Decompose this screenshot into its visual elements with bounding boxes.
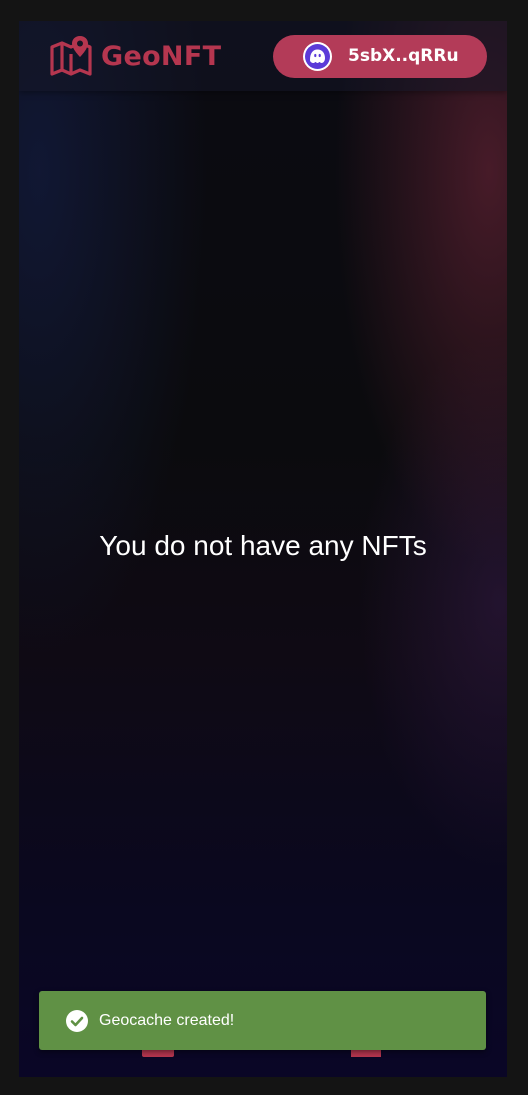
map-pin-icon xyxy=(50,36,92,76)
empty-state-message: You do not have any NFTs xyxy=(99,530,427,561)
app-frame: GeoNFT 5sbX..qRRu You do not have any NF… xyxy=(19,21,507,1077)
wallet-address: 5sbX..qRRu xyxy=(348,46,459,66)
toast-message: Geocache created! xyxy=(99,1012,235,1029)
check-circle-icon xyxy=(66,1010,88,1032)
wallet-button[interactable]: 5sbX..qRRu xyxy=(273,35,487,78)
brand-name: GeoNFT xyxy=(101,40,222,72)
app-header: GeoNFT 5sbX..qRRu xyxy=(19,21,507,91)
phantom-ghost-icon xyxy=(303,42,332,71)
brand-logo[interactable]: GeoNFT xyxy=(49,33,221,79)
success-toast[interactable]: Geocache created! xyxy=(39,991,486,1050)
